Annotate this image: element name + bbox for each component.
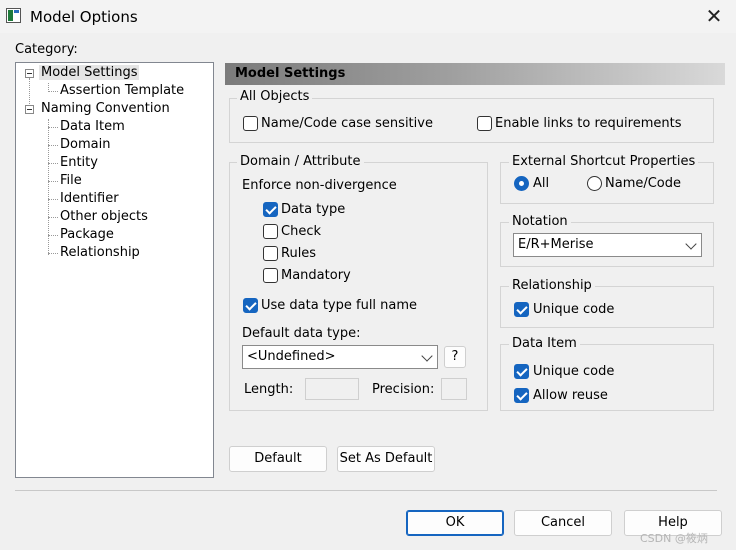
length-field[interactable] — [305, 378, 359, 400]
tree-item-assertion-template[interactable]: Assertion Template — [60, 83, 184, 98]
close-icon[interactable]: ✕ — [704, 6, 724, 26]
default-type-label: Default data type: — [242, 326, 361, 341]
tree-item-identifier[interactable]: Identifier — [60, 191, 119, 206]
domain-attribute-title: Domain / Attribute — [237, 154, 364, 169]
domain-attribute-group — [229, 162, 488, 411]
name-code-case-checkbox[interactable] — [243, 116, 258, 131]
tree-item-package[interactable]: Package — [60, 227, 114, 242]
watermark: CSDN @筱炳 — [640, 532, 708, 545]
default-button[interactable]: Default — [229, 446, 327, 472]
divider — [15, 490, 717, 491]
data-item-unique-code-label: Unique code — [533, 364, 615, 379]
relationship-title: Relationship — [509, 278, 595, 293]
app-model-icon — [6, 8, 21, 23]
relationship-unique-code-label: Unique code — [533, 302, 615, 317]
data-item-title: Data Item — [509, 336, 580, 351]
panel-title: Model Settings — [235, 66, 346, 81]
window-title: Model Options — [30, 8, 138, 26]
shortcut-all-label: All — [533, 176, 550, 191]
use-full-name-label: Use data type full name — [261, 298, 418, 313]
mandatory-label: Mandatory — [281, 268, 351, 283]
shortcut-name-code-label: Name/Code — [605, 176, 682, 191]
default-type-value: <Undefined> — [247, 349, 336, 364]
data-type-checkbox[interactable] — [263, 202, 278, 217]
tree-item-domain[interactable]: Domain — [60, 137, 110, 152]
rules-label: Rules — [281, 246, 317, 261]
enable-links-checkbox[interactable] — [477, 116, 492, 131]
notation-select[interactable]: E/R+Merise — [513, 233, 702, 257]
shortcut-all-radio[interactable] — [514, 176, 529, 191]
allow-reuse-label: Allow reuse — [533, 388, 608, 403]
tree-item-relationship[interactable]: Relationship — [60, 245, 140, 260]
tree-item-file[interactable]: File — [60, 173, 82, 188]
enforce-label: Enforce non-divergence — [242, 178, 397, 193]
use-full-name-checkbox[interactable] — [243, 298, 258, 313]
tree-item-entity[interactable]: Entity — [60, 155, 98, 170]
collapse-icon[interactable] — [25, 69, 34, 78]
data-type-label: Data type — [281, 202, 346, 217]
all-objects-title: All Objects — [237, 89, 313, 104]
chevron-down-icon — [421, 350, 433, 362]
default-type-select[interactable]: <Undefined> — [242, 345, 438, 369]
shortcut-name-code-radio[interactable] — [587, 176, 602, 191]
enable-links-label: Enable links to requirements — [495, 116, 682, 131]
cancel-button[interactable]: Cancel — [514, 510, 612, 536]
tree-item-other-objects[interactable]: Other objects — [60, 209, 148, 224]
check-checkbox[interactable] — [263, 224, 278, 239]
relationship-unique-code-checkbox[interactable] — [514, 302, 529, 317]
tree-item-model-settings[interactable]: Model Settings — [39, 65, 140, 80]
tree-item-data-item[interactable]: Data Item — [60, 119, 125, 134]
precision-label: Precision: — [372, 382, 435, 397]
precision-field[interactable] — [441, 378, 467, 400]
ok-button[interactable]: OK — [406, 510, 504, 536]
external-shortcut-title: External Shortcut Properties — [509, 154, 699, 169]
collapse-icon[interactable] — [25, 105, 34, 114]
name-code-case-label: Name/Code case sensitive — [261, 116, 433, 131]
mandatory-checkbox[interactable] — [263, 268, 278, 283]
data-type-help-button[interactable]: ? — [444, 346, 466, 368]
check-label: Check — [281, 224, 321, 239]
allow-reuse-checkbox[interactable] — [514, 388, 529, 403]
rules-checkbox[interactable] — [263, 246, 278, 261]
length-label: Length: — [244, 382, 294, 397]
notation-title: Notation — [509, 214, 571, 229]
chevron-down-icon — [685, 238, 697, 250]
set-as-default-button[interactable]: Set As Default — [337, 446, 435, 472]
notation-value: E/R+Merise — [518, 237, 594, 252]
data-item-unique-code-checkbox[interactable] — [514, 364, 529, 379]
category-tree[interactable]: Model Settings Assertion Template Naming… — [15, 62, 214, 478]
tree-item-naming-convention[interactable]: Naming Convention — [41, 101, 170, 116]
category-label: Category: — [15, 42, 78, 57]
